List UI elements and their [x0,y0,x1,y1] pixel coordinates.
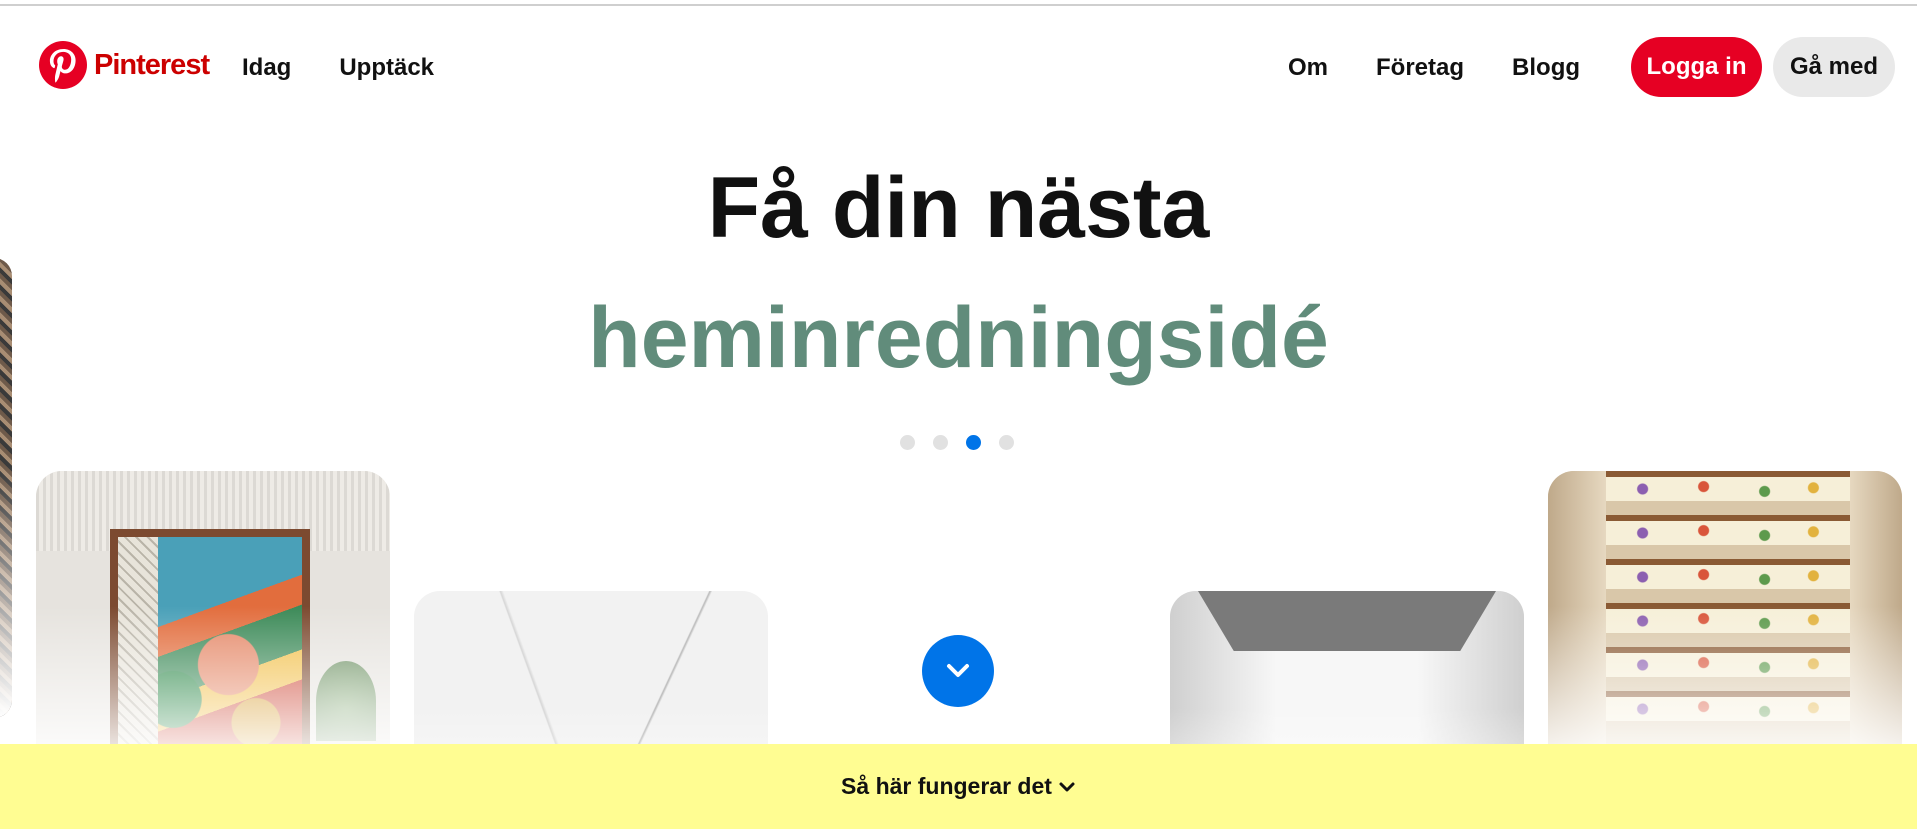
stair-wall-left [1548,471,1606,771]
carousel-dot-3-active[interactable] [966,435,981,450]
brand-name: Pinterest [94,48,210,81]
secondary-nav: Om Företag Blogg [1288,54,1580,82]
carousel-dots [900,435,1014,450]
stair-step [1606,647,1850,677]
site-header: Pinterest Idag Upptäck Om Företag Blogg … [0,30,1917,106]
how-it-works-label: Så här fungerar det [841,773,1052,799]
stair-wall-right [1850,471,1902,771]
primary-nav: Idag Upptäck [242,54,434,82]
signup-button[interactable]: Gå med [1773,37,1895,97]
nav-link-om[interactable]: Om [1288,54,1328,82]
nav-link-upptack[interactable]: Upptäck [339,54,434,82]
stair-step [1606,559,1850,589]
box-interior [1198,591,1496,651]
browser-top-border [0,0,1917,6]
mural-lattice [118,537,158,769]
pinterest-logo-link[interactable]: Pinterest [38,40,210,90]
carousel-dot-4[interactable] [999,435,1014,450]
plant-decoration [316,661,376,741]
scroll-down-button[interactable] [922,635,994,707]
pinterest-logo-icon [39,41,87,89]
image-card-floral-stairs[interactable] [1548,471,1902,771]
stair-step [1606,515,1850,545]
chevron-down-icon [947,664,969,677]
nav-link-foretag[interactable]: Företag [1376,54,1464,82]
how-it-works-bar[interactable]: Så här fungerar det [0,744,1917,829]
carousel-dot-2[interactable] [933,435,948,450]
image-card-leopard-fabric[interactable] [0,258,12,718]
stair-step [1606,603,1850,633]
hero-subtitle: heminredningsidé [588,290,1329,386]
stair-step [1606,691,1850,721]
image-card-mural[interactable] [36,471,390,771]
hero-title: Få din nästa [707,160,1210,256]
nav-link-idag[interactable]: Idag [242,54,291,82]
chevron-down-icon [1059,782,1075,791]
login-button[interactable]: Logga in [1631,37,1762,97]
mural-frame [110,529,310,769]
nav-link-blogg[interactable]: Blogg [1512,54,1580,82]
stair-step [1606,471,1850,501]
carousel-dot-1[interactable] [900,435,915,450]
